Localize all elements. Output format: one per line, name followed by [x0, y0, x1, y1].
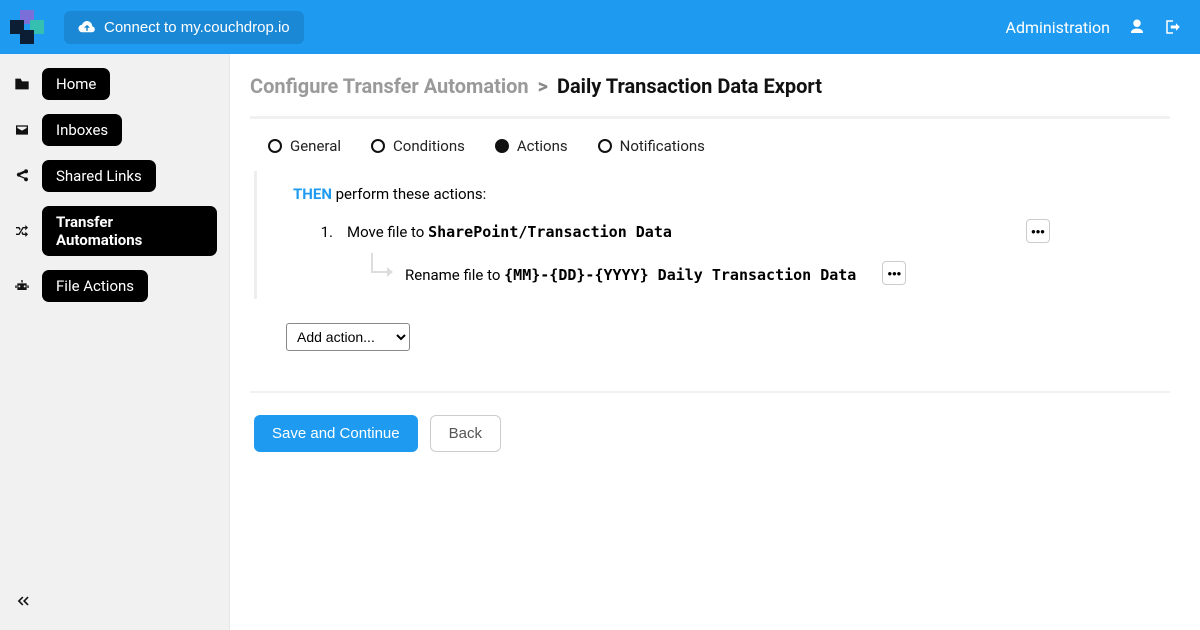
actions-panel: THEN perform these actions: 1. Move file…: [254, 171, 1170, 299]
radio-filled-icon: [495, 139, 509, 153]
back-button[interactable]: Back: [430, 415, 501, 452]
tab-notifications[interactable]: Notifications: [598, 137, 705, 155]
action-number: 1.: [317, 219, 333, 241]
sub-action-target: {MM}-{DD}-{YYYY} Daily Transaction Data: [504, 266, 856, 284]
connect-label: Connect to my.couchdrop.io: [104, 19, 290, 36]
sidebar-item-label: Inboxes: [42, 114, 122, 146]
app-logo: [10, 10, 44, 44]
radio-icon: [371, 139, 385, 153]
action-list: 1. Move file to SharePoint/Transaction D…: [293, 219, 1170, 287]
collapse-sidebar-button[interactable]: [14, 592, 32, 614]
action-prefix: Move file to: [347, 223, 428, 241]
robot-icon: [12, 278, 32, 294]
topbar-right: Administration: [1006, 18, 1183, 37]
action-target: SharePoint/Transaction Data: [428, 223, 672, 241]
sub-action-text: Rename file to {MM}-{DD}-{YYYY} Daily Tr…: [405, 262, 856, 284]
radio-icon: [268, 139, 282, 153]
user-icon[interactable]: [1128, 18, 1146, 36]
cloud-upload-icon: [78, 20, 96, 34]
radio-icon: [598, 139, 612, 153]
connect-button[interactable]: Connect to my.couchdrop.io: [64, 11, 304, 44]
action-text: Move file to SharePoint/Transaction Data: [347, 219, 672, 241]
tab-actions[interactable]: Actions: [495, 137, 568, 155]
then-rest: perform these actions:: [332, 185, 486, 203]
breadcrumb-sep: >: [538, 74, 548, 98]
sidebar-item-label: Home: [42, 68, 110, 100]
tab-general[interactable]: General: [268, 137, 341, 155]
add-action-select[interactable]: Add action...: [286, 323, 410, 351]
tab-label: Actions: [517, 137, 568, 155]
sidebar-item-home[interactable]: Home: [12, 68, 217, 100]
tab-label: Notifications: [620, 137, 705, 155]
main-content: Configure Transfer Automation > Daily Tr…: [230, 54, 1200, 630]
breadcrumb-root[interactable]: Configure Transfer Automation: [250, 74, 529, 98]
ellipsis-icon: •••: [888, 267, 902, 280]
folder-icon: [12, 77, 32, 91]
sidebar-item-inboxes[interactable]: Inboxes: [12, 114, 217, 146]
sidebar-item-label: File Actions: [42, 270, 148, 302]
inbox-icon: [12, 123, 32, 137]
breadcrumb-current: Daily Transaction Data Export: [557, 74, 822, 98]
logout-icon[interactable]: [1164, 18, 1182, 36]
then-keyword: THEN: [293, 185, 332, 203]
topbar: Connect to my.couchdrop.io Administratio…: [0, 0, 1200, 54]
sidebar-item-transfer-automations[interactable]: Transfer Automations: [12, 206, 217, 256]
divider: [250, 116, 1170, 119]
share-icon: [12, 168, 32, 184]
branch-arrow-icon: [367, 259, 393, 287]
sidebar-item-shared-links[interactable]: Shared Links: [12, 160, 217, 192]
sub-action-item: Rename file to {MM}-{DD}-{YYYY} Daily Tr…: [367, 259, 1170, 287]
sidebar-item-label: Shared Links: [42, 160, 156, 192]
action-item: 1. Move file to SharePoint/Transaction D…: [317, 219, 1170, 287]
tab-label: Conditions: [393, 137, 465, 155]
then-heading: THEN perform these actions:: [293, 185, 1170, 203]
divider: [250, 391, 1170, 393]
tab-conditions[interactable]: Conditions: [371, 137, 465, 155]
footer-buttons: Save and Continue Back: [250, 415, 1170, 452]
tab-label: General: [290, 137, 341, 155]
breadcrumb: Configure Transfer Automation > Daily Tr…: [250, 74, 1170, 98]
add-action-row: Add action...: [286, 323, 1170, 351]
sub-action-prefix: Rename file to: [405, 266, 504, 284]
ellipsis-icon: •••: [1031, 225, 1045, 238]
save-continue-button[interactable]: Save and Continue: [254, 415, 418, 452]
sidebar-item-file-actions[interactable]: File Actions: [12, 270, 217, 302]
administration-link[interactable]: Administration: [1006, 18, 1111, 37]
shuffle-icon: [12, 223, 32, 239]
tab-bar: General Conditions Actions Notifications: [250, 133, 1170, 171]
sub-action-menu-button[interactable]: •••: [882, 261, 906, 285]
sidebar-item-label: Transfer Automations: [42, 206, 217, 256]
action-menu-button[interactable]: •••: [1026, 219, 1050, 243]
sidebar: Home Inboxes Shared Links Transfer Autom…: [0, 54, 230, 630]
